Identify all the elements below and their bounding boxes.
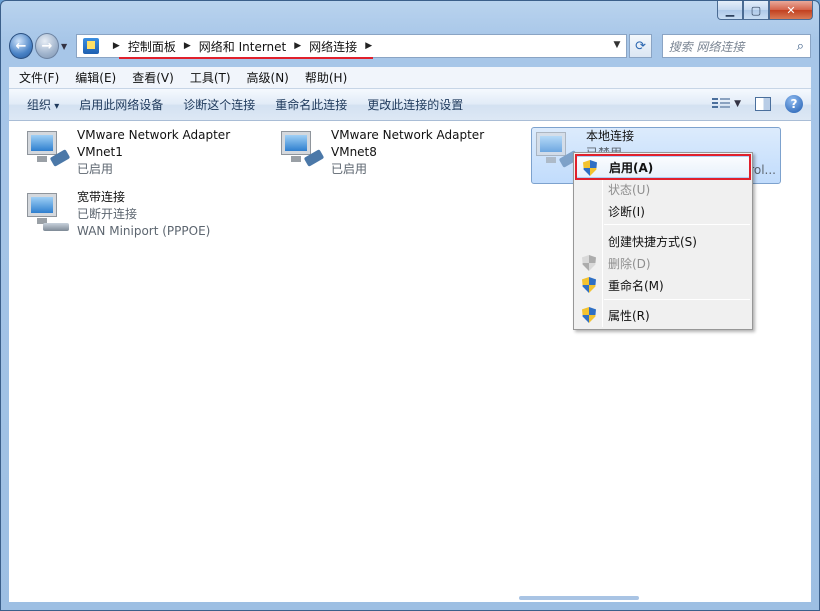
enable-device-button[interactable]: 启用此网络设备	[69, 96, 173, 113]
search-icon[interactable]: ⌕	[797, 39, 804, 54]
maximize-button[interactable]: ▢	[743, 1, 769, 20]
chevron-right-icon[interactable]: ▶	[184, 41, 191, 51]
menu-label: 创建快捷方式(S)	[608, 234, 697, 249]
connection-name: VMware Network Adapter	[77, 128, 231, 142]
menu-item-status[interactable]: 状态(U)	[576, 178, 750, 200]
menu-item-diagnose[interactable]: 诊断(I)	[576, 200, 750, 222]
search-placeholder: 搜索 网络连接	[668, 39, 745, 54]
connection-vmnet1[interactable]: VMware Network Adapter VMnet1 已启用	[23, 127, 230, 178]
address-dropdown-icon[interactable]: ▼	[614, 40, 621, 50]
menu-tools[interactable]: 工具(T)	[182, 69, 239, 86]
breadcrumb-network-connections[interactable]: 网络连接	[309, 38, 357, 55]
menu-help[interactable]: 帮助(H)	[297, 69, 355, 86]
connection-device: WAN Miniport (PPPOE)	[77, 224, 211, 238]
menu-label: 重命名(M)	[608, 278, 664, 293]
connection-name: VMware Network Adapter	[331, 128, 485, 142]
close-button[interactable]: ✕	[769, 1, 813, 20]
back-button[interactable]: ←	[9, 33, 33, 59]
connection-status: 已启用	[331, 162, 368, 176]
connection-name-line2: VMnet1	[77, 145, 123, 159]
search-input[interactable]: 搜索 网络连接 ⌕	[661, 34, 811, 58]
breadcrumb-highlight-underline	[119, 57, 373, 59]
shield-icon	[582, 255, 596, 271]
menu-label: 状态(U)	[608, 182, 651, 197]
network-adapter-icon	[23, 127, 71, 177]
chevron-right-icon[interactable]: ▶	[365, 41, 372, 51]
shield-icon	[582, 307, 596, 323]
view-controls: ▼ ?	[712, 95, 803, 113]
command-bar: 组织 启用此网络设备 诊断这个连接 重命名此连接 更改此连接的设置 ▼ ?	[9, 89, 811, 121]
menu-item-delete[interactable]: 删除(D)	[576, 252, 750, 274]
menu-file[interactable]: 文件(F)	[11, 69, 67, 86]
network-adapter-icon	[277, 127, 325, 177]
menu-label: 诊断(I)	[608, 204, 645, 219]
horizontal-scroll-hint[interactable]	[519, 596, 639, 600]
connection-name-line2: VMnet8	[331, 145, 377, 159]
menu-advanced[interactable]: 高级(N)	[239, 69, 297, 86]
explorer-window: ▁ ▢ ✕ ← → ▼ ▶ 控制面板 ▶ 网络和 Internet ▶ 网络连接…	[0, 0, 820, 611]
shield-icon	[582, 277, 596, 293]
connection-name: 本地连接	[586, 129, 635, 143]
help-icon[interactable]: ?	[785, 95, 803, 113]
chevron-right-icon[interactable]: ▶	[113, 41, 120, 51]
menu-edit[interactable]: 编辑(E)	[67, 69, 124, 86]
connection-name: 宽带连接	[77, 190, 126, 204]
forward-button[interactable]: →	[34, 33, 59, 59]
menu-view[interactable]: 查看(V)	[124, 69, 182, 86]
chevron-right-icon[interactable]: ▶	[294, 41, 301, 51]
connection-status: 已断开连接	[77, 207, 138, 221]
menu-separator	[604, 299, 750, 300]
minimize-button[interactable]: ▁	[717, 1, 743, 20]
enable-highlight-box	[575, 154, 751, 180]
broadband-modem-icon	[23, 189, 71, 239]
organize-button[interactable]: 组织	[17, 96, 69, 113]
control-panel-icon	[82, 38, 99, 54]
rename-button[interactable]: 重命名此连接	[265, 96, 357, 113]
menu-item-create-shortcut[interactable]: 创建快捷方式(S)	[576, 230, 750, 252]
caption-buttons: ▁ ▢ ✕	[717, 1, 813, 20]
refresh-button[interactable]: ⟳	[629, 34, 652, 58]
breadcrumb-control-panel[interactable]: 控制面板	[128, 38, 176, 55]
menu-label: 删除(D)	[608, 256, 651, 271]
change-settings-button[interactable]: 更改此连接的设置	[357, 96, 473, 113]
menu-label: 属性(R)	[608, 308, 650, 323]
menu-item-rename[interactable]: 重命名(M)	[576, 274, 750, 296]
views-dropdown-icon[interactable]: ▼	[734, 99, 741, 109]
menu-separator	[604, 224, 750, 225]
breadcrumb-network-internet[interactable]: 网络和 Internet	[199, 38, 286, 55]
history-dropdown-icon[interactable]: ▼	[61, 42, 72, 51]
address-bar[interactable]: ▶ 控制面板 ▶ 网络和 Internet ▶ 网络连接 ▶ ▼	[75, 34, 628, 58]
menu-item-properties[interactable]: 属性(R)	[576, 304, 750, 326]
connection-broadband[interactable]: 宽带连接 已断开连接 WAN Miniport (PPPOE)	[23, 189, 210, 240]
views-icon[interactable]	[712, 97, 731, 111]
diagnose-button[interactable]: 诊断这个连接	[173, 96, 265, 113]
menu-bar: 文件(F) 编辑(E) 查看(V) 工具(T) 高级(N) 帮助(H)	[9, 67, 811, 89]
connection-status: 已启用	[77, 162, 114, 176]
preview-pane-icon[interactable]	[755, 97, 771, 111]
connection-vmnet8[interactable]: VMware Network Adapter VMnet8 已启用	[277, 127, 484, 178]
